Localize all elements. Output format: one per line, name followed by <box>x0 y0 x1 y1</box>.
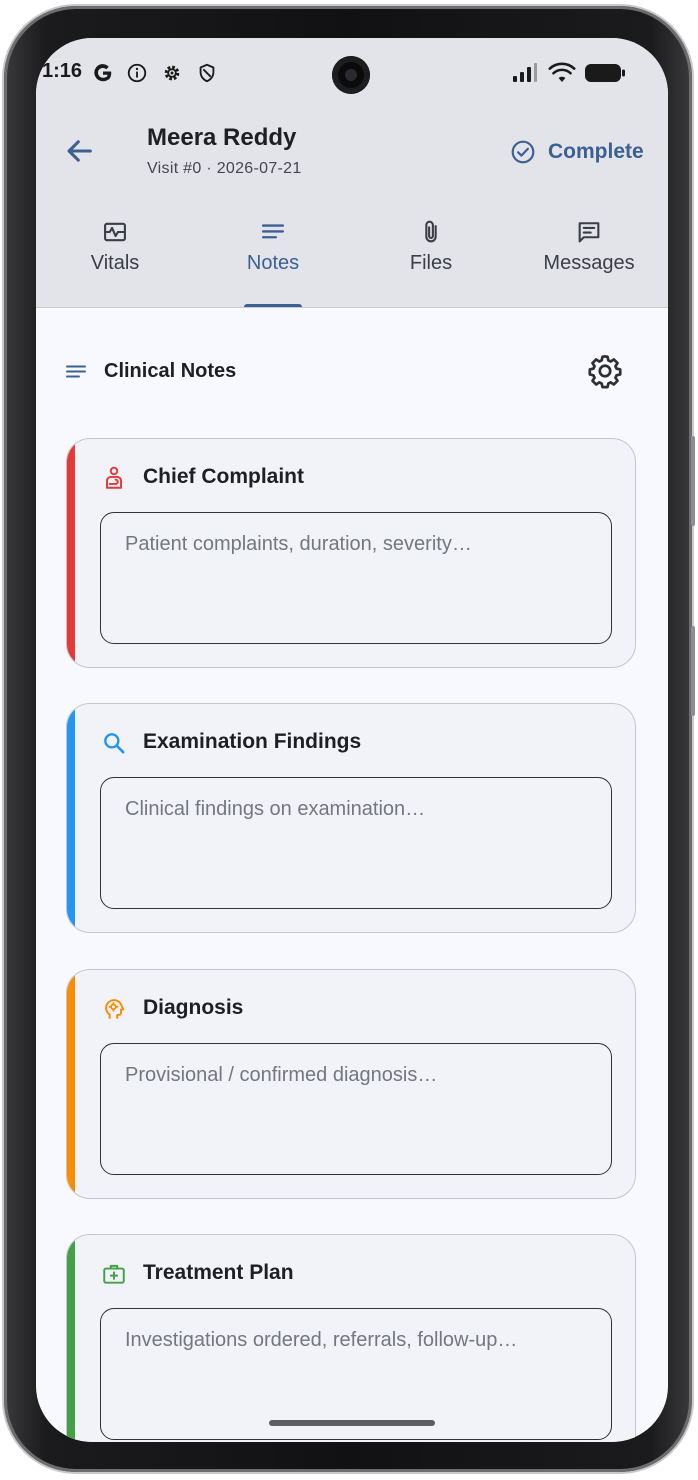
volume-button <box>691 436 695 526</box>
back-arrow-icon[interactable] <box>62 134 96 168</box>
tab-files[interactable]: Files <box>352 218 510 308</box>
chief-complaint-input[interactable] <box>100 512 612 644</box>
tab-label: Vitals <box>90 252 140 274</box>
examination-findings-input[interactable] <box>100 777 612 909</box>
complete-label: Complete <box>548 140 644 163</box>
search-icon <box>104 733 125 754</box>
card-accent-bar <box>67 970 75 1198</box>
note-card-examination-findings: Examination Findings <box>66 703 636 933</box>
power-button <box>691 626 695 716</box>
battery-icon <box>585 64 625 82</box>
front-camera <box>332 56 370 94</box>
tab-notes[interactable]: Notes <box>194 218 352 308</box>
section-title: Clinical Notes <box>104 360 237 382</box>
diagnosis-input[interactable] <box>100 1043 612 1175</box>
card-title: Examination Findings <box>143 730 362 753</box>
card-title: Treatment Plan <box>143 1261 294 1284</box>
phone-frame: 1:16 Meera Reddy Visit #0 · 2026-07-21 C… <box>4 6 695 1472</box>
notes-icon <box>261 224 285 239</box>
divider <box>36 307 668 308</box>
gear-icon[interactable] <box>586 352 624 390</box>
visit-info: Visit #0 · 2026-07-21 <box>147 160 302 177</box>
message-icon <box>578 222 600 243</box>
info-icon <box>127 63 147 83</box>
card-accent-bar <box>67 704 75 932</box>
note-card-chief-complaint: Chief Complaint <box>66 438 636 668</box>
tab-label: Messages <box>543 252 635 274</box>
section-header: Clinical Notes <box>64 355 640 389</box>
patient-name: Meera Reddy <box>147 124 297 151</box>
tab-label: Files <box>409 252 453 274</box>
medical-kit-icon <box>103 1264 125 1284</box>
notes-icon <box>66 365 86 378</box>
home-indicator[interactable] <box>269 1420 435 1426</box>
note-card-treatment-plan: Treatment Plan <box>66 1234 636 1442</box>
card-accent-bar <box>67 1235 75 1442</box>
attachment-icon <box>425 220 437 243</box>
card-title: Chief Complaint <box>143 465 304 488</box>
note-card-diagnosis: Diagnosis <box>66 969 636 1199</box>
complete-button[interactable]: Complete <box>510 136 644 168</box>
screen: 1:16 Meera Reddy Visit #0 · 2026-07-21 C… <box>36 38 668 1442</box>
tab-messages[interactable]: Messages <box>510 218 668 308</box>
app-bar: 1:16 Meera Reddy Visit #0 · 2026-07-21 C… <box>36 38 668 308</box>
signal-icon <box>513 63 537 82</box>
settings-icon <box>164 65 180 81</box>
tab-label: Notes <box>246 252 300 274</box>
vitals-icon <box>104 222 126 242</box>
patient-icon <box>105 466 123 489</box>
tab-vitals[interactable]: Vitals <box>36 218 194 308</box>
psychology-icon <box>105 999 125 1019</box>
check-circle-icon <box>511 140 535 164</box>
status-time: 1:16 <box>42 60 83 82</box>
shield-icon <box>199 63 215 83</box>
wifi-icon <box>548 62 576 82</box>
google-icon <box>94 64 112 82</box>
card-title: Diagnosis <box>143 996 244 1019</box>
card-accent-bar <box>67 439 75 667</box>
